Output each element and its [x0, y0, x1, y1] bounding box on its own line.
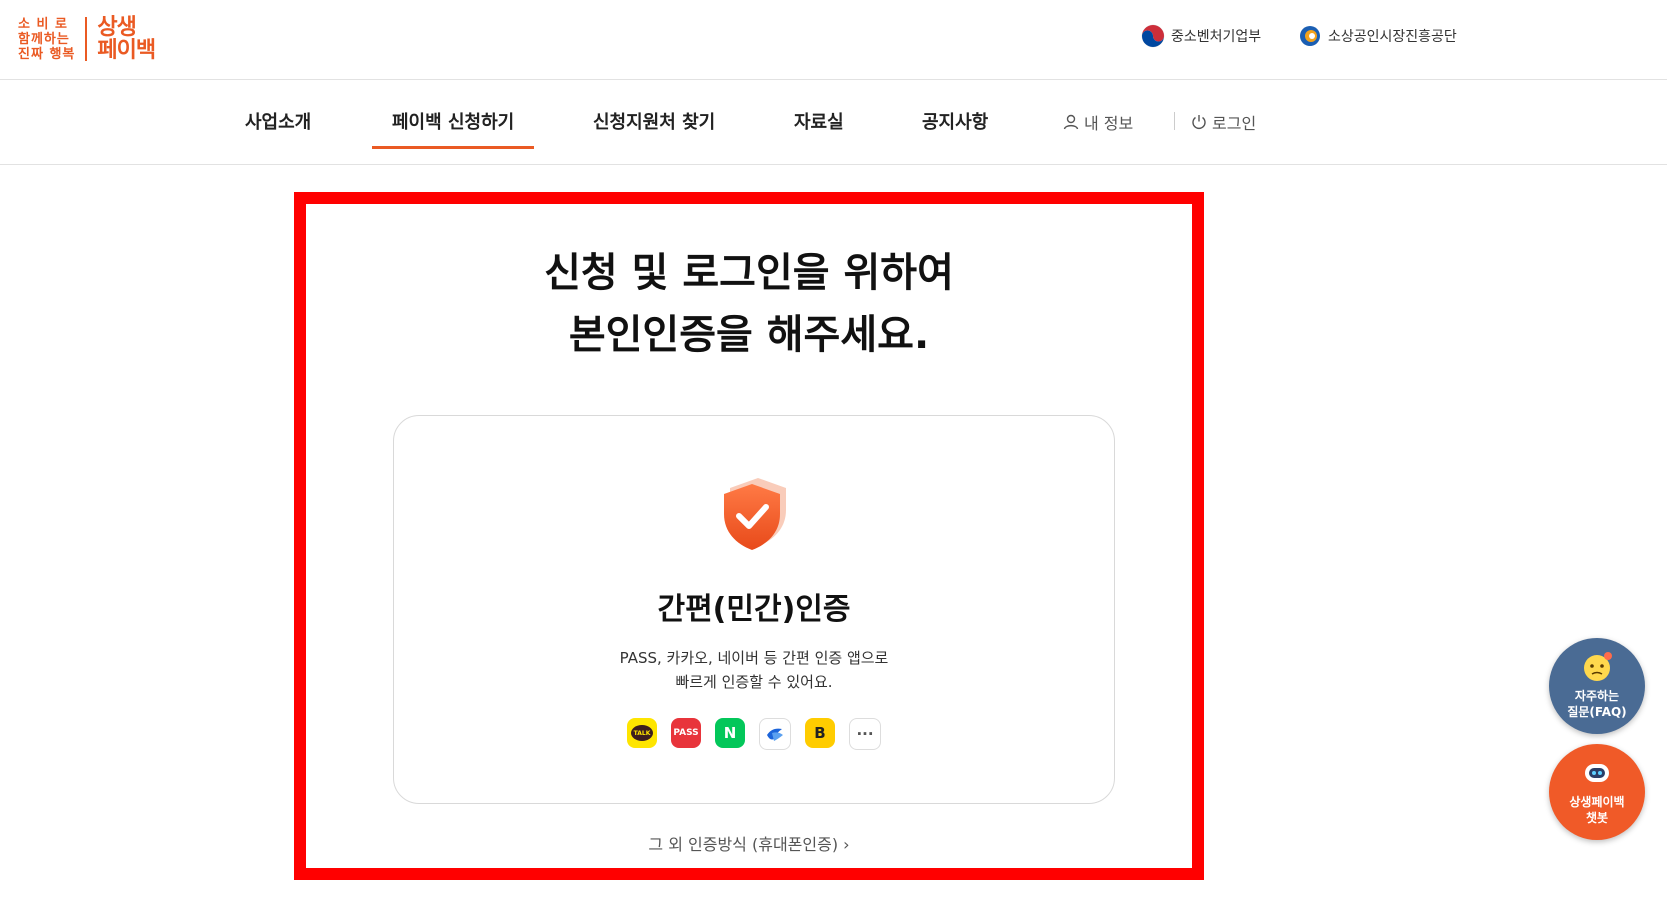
chevron-right-icon: › [843, 835, 850, 854]
chatbot-button[interactable]: 상생페이백 챗봇 [1549, 744, 1645, 840]
logo-title: 상생 페이백 [97, 15, 156, 63]
login-link[interactable]: 로그인 [1190, 110, 1256, 134]
main-nav: 사업소개 페이백 신청하기 신청지원처 찾기 자료실 공지사항 내 정보 로그인 [0, 80, 1667, 165]
shield-check-icon [724, 478, 786, 550]
more-icon: ··· [849, 718, 881, 750]
logo-slogan-line: 진짜 행복 [18, 46, 76, 62]
faq-label: 자주하는 [1574, 689, 1620, 703]
my-info-link[interactable]: 내 정보 [1062, 110, 1133, 134]
nav-item-about[interactable]: 사업소개 [245, 108, 311, 134]
korea-emblem-icon [1141, 24, 1165, 48]
nav-item-resources[interactable]: 자료실 [794, 108, 844, 134]
page-title: 신청 및 로그인을 위하여 본인인증을 해주세요. [306, 242, 1192, 366]
naver-icon: N [715, 718, 745, 748]
nav-item-find-support[interactable]: 신청지원처 찾기 [593, 108, 715, 134]
login-label: 로그인 [1212, 114, 1257, 133]
user-icon [1063, 114, 1079, 130]
other-auth-label: 그 외 인증방식 (휴대폰인증) [648, 835, 839, 854]
simple-auth-card[interactable]: 간편(민간)인증 PASS, 카카오, 네이버 등 간편 인증 앱으로 빠르게 … [393, 415, 1115, 804]
site-logo[interactable]: 소 비 로 함께하는 진짜 행복 상생 페이백 [18, 14, 156, 64]
auth-section: 신청 및 로그인을 위하여 본인인증을 해주세요. 간편(민간)인증 PASS,… [294, 192, 1204, 880]
page-title-line: 본인인증을 해주세요. [568, 312, 930, 358]
other-auth-link[interactable]: 그 외 인증방식 (휴대폰인증) › [306, 831, 1192, 855]
logo-slogan-line: 함께하는 [18, 31, 70, 47]
faq-label: 질문(FAQ) [1567, 705, 1627, 719]
ministry-label: 소상공인시장진흥공단 [1328, 29, 1457, 45]
pass-icon: PASS [671, 718, 701, 748]
kb-icon: B [805, 718, 835, 748]
power-icon [1192, 115, 1206, 129]
semas-logo-icon [1300, 26, 1320, 46]
card-title: 간편(민간)인증 [657, 592, 851, 627]
my-info-label: 내 정보 [1084, 114, 1134, 133]
chatbot-label: 상생페이백 [1569, 795, 1625, 809]
chatbot-label: 챗봇 [1585, 811, 1609, 825]
thinking-face-icon [1584, 652, 1612, 681]
ministry-label: 중소벤처기업부 [1171, 29, 1262, 45]
nav-item-payback-apply[interactable]: 페이백 신청하기 [371, 108, 535, 149]
ministry-link-mss[interactable]: 중소벤처기업부 [1141, 24, 1261, 48]
logo-title-line: 페이백 [97, 38, 156, 63]
nav-item-notice[interactable]: 공지사항 [922, 108, 988, 134]
kakao-talk-icon: TALK [627, 718, 657, 748]
card-description: PASS, 카카오, 네이버 등 간편 인증 앱으로 빠르게 인증할 수 있어요… [394, 646, 1114, 694]
card-description-line: PASS, 카카오, 네이버 등 간편 인증 앱으로 [619, 649, 889, 667]
logo-slogan: 소 비 로 함께하는 진짜 행복 [18, 17, 75, 62]
util-divider [1174, 112, 1175, 130]
logo-title-line: 상생 [97, 15, 136, 40]
logo-slogan-line: 소 비 로 [18, 16, 68, 32]
card-description-line: 빠르게 인증할 수 있어요. [675, 673, 833, 691]
robot-icon [1585, 764, 1609, 782]
provider-icons: TALK PASS N B ··· [394, 718, 1114, 750]
logo-divider [85, 17, 88, 61]
toss-icon [759, 718, 791, 750]
page-title-line: 신청 및 로그인을 위하여 [544, 250, 954, 296]
top-header: 소 비 로 함께하는 진짜 행복 상생 페이백 중소벤처기업부 소상공인시장진흥… [0, 0, 1667, 80]
ministry-link-semas[interactable]: 소상공인시장진흥공단 [1298, 24, 1457, 48]
faq-button[interactable]: 자주하는 질문(FAQ) [1549, 638, 1645, 734]
